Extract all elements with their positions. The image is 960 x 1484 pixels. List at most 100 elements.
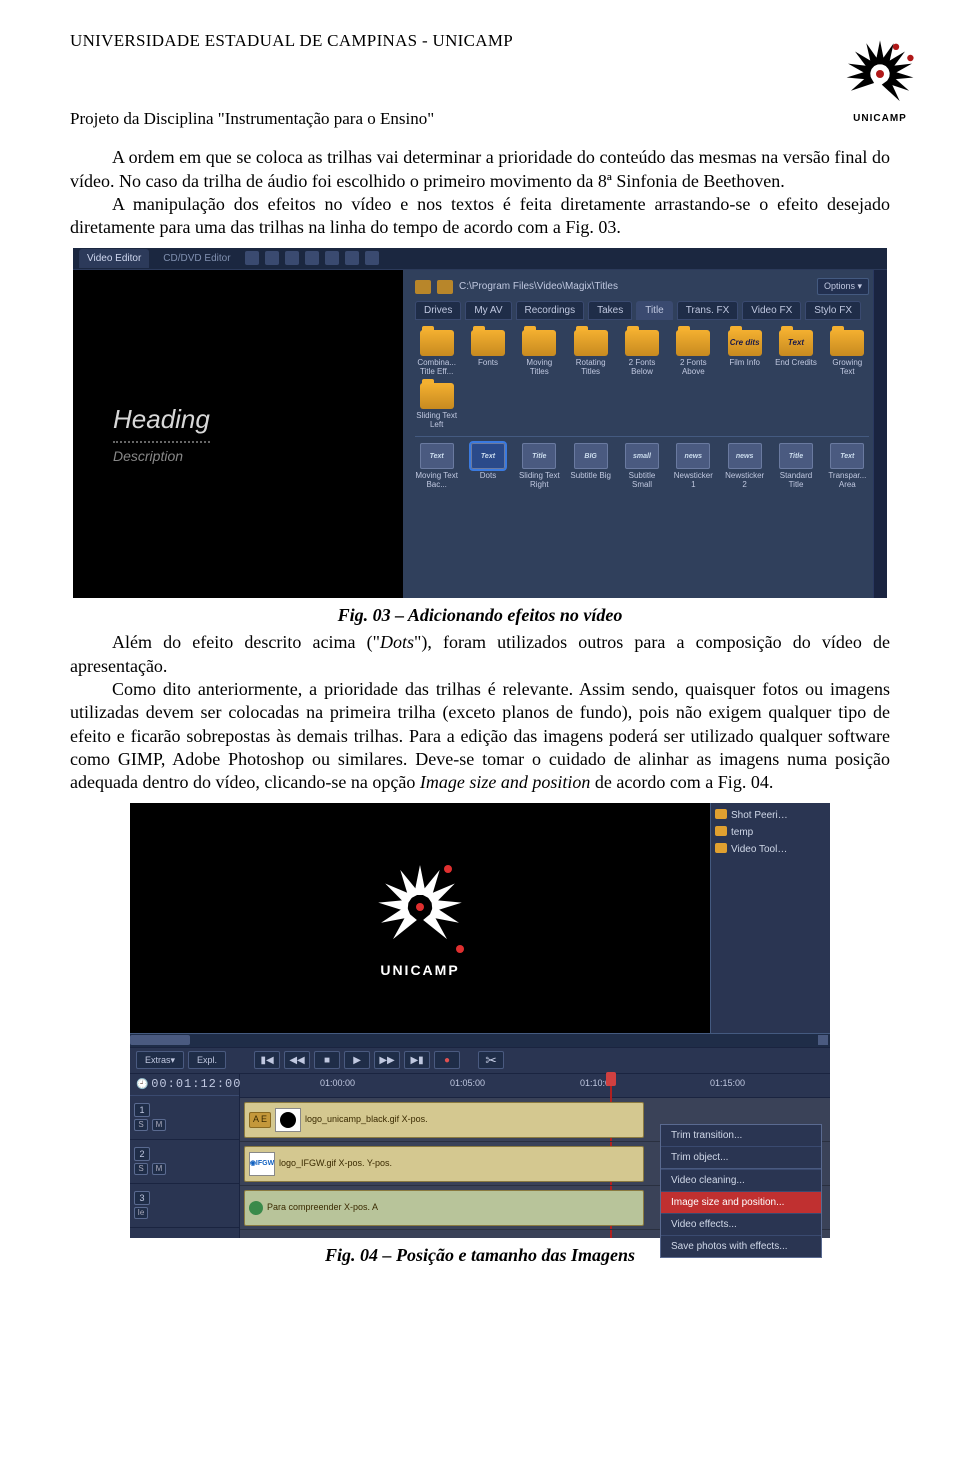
tab-video-fx[interactable]: Video FX bbox=[742, 301, 801, 320]
folder-combina[interactable]: Combina... Title Eff... bbox=[415, 330, 458, 377]
folder-item[interactable]: Shot Peeri… bbox=[715, 807, 826, 824]
folder-icon[interactable] bbox=[437, 280, 453, 294]
folder-item[interactable]: Video Tool… bbox=[715, 841, 826, 858]
folder-moving-titles[interactable]: Moving Titles bbox=[518, 330, 561, 377]
mute-button[interactable]: M bbox=[152, 1119, 166, 1131]
toolbar-icon-open[interactable] bbox=[265, 251, 279, 265]
paragraph-3: Além do efeito descrito acima ("Dots"), … bbox=[70, 631, 890, 678]
resize-handle-icon[interactable] bbox=[444, 865, 452, 873]
menu-video-cleaning[interactable]: Video cleaning... bbox=[661, 1169, 821, 1191]
paragraph-4: Como dito anteriormente, a prioridade da… bbox=[70, 678, 890, 795]
preview-logo-text: UNICAMP bbox=[380, 961, 459, 979]
timeline-clip[interactable]: Para compreender X-pos. A bbox=[244, 1190, 644, 1226]
track-number[interactable]: 3 bbox=[134, 1191, 150, 1205]
menu-image-size-position[interactable]: Image size and position... bbox=[661, 1191, 821, 1213]
tab-takes[interactable]: Takes bbox=[588, 301, 632, 320]
menu-trim-transition[interactable]: Trim transition... bbox=[661, 1125, 821, 1146]
tile-newsticker-1[interactable]: newsNewsticker 1 bbox=[672, 443, 715, 490]
folder-rotating-titles[interactable]: Rotating Titles bbox=[569, 330, 612, 377]
tile-moving-text[interactable]: TextMoving Text Bac... bbox=[415, 443, 458, 490]
tile-standard-title[interactable]: TitleStandard Title bbox=[774, 443, 817, 490]
record-button[interactable]: ● bbox=[434, 1051, 460, 1069]
tile-newsticker-2[interactable]: newsNewsticker 2 bbox=[723, 443, 766, 490]
tab-stylo-fx[interactable]: Stylo FX bbox=[805, 301, 861, 320]
timeline-lanes[interactable]: 01:00:00 01:05:00 01:10:00 01:15:00 A E … bbox=[240, 1074, 830, 1238]
folder-grid-row1b: Sliding Text Left bbox=[415, 383, 869, 430]
folder-growing-text[interactable]: Growing Text bbox=[826, 330, 869, 377]
menu-trim-object[interactable]: Trim object... bbox=[661, 1146, 821, 1168]
mute-button[interactable]: M bbox=[152, 1163, 166, 1175]
stop-button[interactable]: ■ bbox=[314, 1051, 340, 1069]
play-button[interactable]: ▶ bbox=[344, 1051, 370, 1069]
skip-fwd-button[interactable]: ▶▮ bbox=[404, 1051, 430, 1069]
resize-handle-icon[interactable] bbox=[456, 945, 464, 953]
folder-up-icon[interactable] bbox=[415, 280, 431, 294]
university-name: UNIVERSIDADE ESTADUAL DE CAMPINAS - UNIC… bbox=[70, 30, 840, 52]
tab-drives[interactable]: Drives bbox=[415, 301, 461, 320]
preview-unicamp-logo bbox=[370, 857, 470, 957]
skip-back-button[interactable]: ▮◀ bbox=[254, 1051, 280, 1069]
tab-recordings[interactable]: Recordings bbox=[516, 301, 585, 320]
tile-subtitle-big[interactable]: BIGSubtitle Big bbox=[569, 443, 612, 490]
browser-scrollbar[interactable] bbox=[873, 270, 887, 598]
timeline-clip[interactable]: ◉IFGW logo_IFGW.gif X-pos. Y-pos. bbox=[244, 1146, 644, 1182]
clip-label: logo_unicamp_black.gif X-pos. bbox=[305, 1114, 428, 1126]
tile-grid-row2: TextMoving Text Bac... TextDots TitleSli… bbox=[415, 443, 869, 490]
figure-03-video-editor: Video Editor CD/DVD Editor Heading Descr… bbox=[73, 248, 887, 598]
unicamp-logo-label: UNICAMP bbox=[853, 112, 907, 125]
editor-top-bar: Video Editor CD/DVD Editor bbox=[73, 248, 887, 270]
toolbar-icon-new[interactable] bbox=[245, 251, 259, 265]
toolbar-icon-undo[interactable] bbox=[325, 251, 339, 265]
transport-controls: Extras ▾ Expl. ▮◀ ◀◀ ■ ▶ ▶▶ ▶▮ ● ✂ bbox=[130, 1047, 830, 1073]
caption-fig03: Fig. 03 – Adicionando efeitos no vídeo bbox=[70, 604, 890, 627]
playhead-marker-icon[interactable] bbox=[606, 1072, 616, 1086]
folder-2fonts-above[interactable]: 2 Fonts Above bbox=[672, 330, 715, 377]
folder-2fonts-below[interactable]: 2 Fonts Below bbox=[620, 330, 663, 377]
menu-save-photos[interactable]: Save photos with effects... bbox=[661, 1235, 821, 1257]
audio-icon bbox=[249, 1201, 263, 1215]
paragraph-1: A ordem em que se coloca as trilhas vai … bbox=[70, 146, 890, 193]
tile-transparent-area[interactable]: TextTranspar... Area bbox=[826, 443, 869, 490]
timeline-clip[interactable]: A E logo_unicamp_black.gif X-pos. bbox=[244, 1102, 644, 1138]
extras-dropdown[interactable]: Extras ▾ bbox=[136, 1051, 184, 1069]
clock-icon: 🕘 bbox=[136, 1078, 148, 1091]
track-headers: 🕘 00:01:12:00 1 SM 2 SM 3 Ie bbox=[130, 1074, 240, 1238]
toolbar-icon-settings[interactable] bbox=[365, 251, 379, 265]
tile-sliding-right[interactable]: TitleSliding Text Right bbox=[518, 443, 561, 490]
track-number[interactable]: 2 bbox=[134, 1147, 150, 1161]
ie-button[interactable]: Ie bbox=[134, 1207, 148, 1219]
track-header-1: 1 SM bbox=[130, 1096, 239, 1140]
video-preview: UNICAMP bbox=[130, 803, 710, 1033]
cut-button[interactable]: ✂ bbox=[478, 1051, 504, 1069]
folder-end-credits[interactable]: TextEnd Credits bbox=[774, 330, 817, 377]
forward-button[interactable]: ▶▶ bbox=[374, 1051, 400, 1069]
folder-item[interactable]: temp bbox=[715, 824, 826, 841]
context-menu: Trim transition... Trim object... Video … bbox=[660, 1124, 822, 1258]
tile-dots[interactable]: TextDots bbox=[466, 443, 509, 490]
toolbar-icon-redo[interactable] bbox=[345, 251, 359, 265]
tab-my-av[interactable]: My AV bbox=[465, 301, 511, 320]
folder-fonts[interactable]: Fonts bbox=[466, 330, 509, 377]
tab-video-editor[interactable]: Video Editor bbox=[79, 249, 149, 268]
solo-button[interactable]: S bbox=[134, 1119, 148, 1131]
horizontal-scrollbar[interactable] bbox=[130, 1033, 830, 1047]
folder-sliding-left[interactable]: Sliding Text Left bbox=[415, 383, 458, 430]
menu-video-effects[interactable]: Video effects... bbox=[661, 1213, 821, 1235]
options-dropdown[interactable]: Options ▾ bbox=[817, 278, 869, 296]
rewind-button[interactable]: ◀◀ bbox=[284, 1051, 310, 1069]
folder-film-info[interactable]: Cre ditsFilm Info bbox=[723, 330, 766, 377]
path-display: C:\Program Files\Video\Magix\Titles bbox=[459, 280, 811, 293]
toolbar-icon-print[interactable] bbox=[305, 251, 319, 265]
header-text-block: UNIVERSIDADE ESTADUAL DE CAMPINAS - UNIC… bbox=[70, 30, 840, 140]
tab-trans-fx[interactable]: Trans. FX bbox=[677, 301, 739, 320]
tile-subtitle-small[interactable]: smallSubtitle Small bbox=[620, 443, 663, 490]
tab-title[interactable]: Title bbox=[636, 301, 673, 320]
track-number[interactable]: 1 bbox=[134, 1103, 150, 1117]
tab-cd-dvd-editor[interactable]: CD/DVD Editor bbox=[155, 249, 238, 268]
solo-button[interactable]: S bbox=[134, 1163, 148, 1175]
expl-button[interactable]: Expl. bbox=[188, 1051, 226, 1069]
time-ruler[interactable]: 01:00:00 01:05:00 01:10:00 01:15:00 bbox=[240, 1074, 830, 1098]
resize-handle-icon[interactable] bbox=[416, 903, 424, 911]
track-header-3: 3 Ie bbox=[130, 1184, 239, 1228]
toolbar-icon-save[interactable] bbox=[285, 251, 299, 265]
